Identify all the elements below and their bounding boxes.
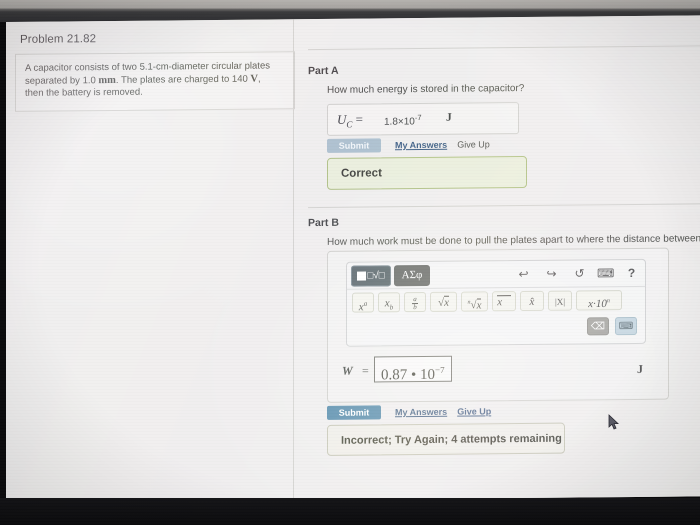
part-b-heading: Part B [308,216,339,230]
math-button-square-root[interactable]: √x [430,291,457,312]
onscreen-keyboard-icon[interactable]: ⌨ [615,316,637,336]
part-a-give-up-link[interactable]: Give Up [457,137,490,151]
math-palette-edit-row: ⌫ ⌨ [347,313,645,347]
part-b-my-answers-link[interactable]: My Answers [395,405,447,420]
part-a-button-row: Submit My Answers Give Up [327,137,490,154]
part-a-question: How much energy is stored in the capacit… [327,83,525,96]
problem-statement-line-1: A capacitor consists of two 5.1-cm-diame… [25,60,270,74]
part-a-answer-box: UC = 1.8×10-7 J [327,102,519,136]
part-a-answer-label: UC = [337,111,363,130]
part-b-answer-unit: J [637,361,643,376]
radical-icon: □√□ [367,270,385,282]
greek-symbols-tab[interactable]: ΑΣφ [394,264,430,287]
keyboard-icon[interactable]: ⌨ [597,265,614,282]
part-b-answer-line: W = 0.87 • 10−7 J [342,354,654,385]
answer-pane: Part A How much energy is stored in the … [294,15,700,503]
redo-icon[interactable]: ↪ [543,266,560,283]
math-button-absolute-value[interactable]: |X| [548,290,572,311]
math-palette-toolbar: □√□ ΑΣφ ↩ ↪ ↺ ⌨ ? [347,259,645,290]
part-b-answer-input[interactable]: 0.87 • 10−7 [374,355,452,383]
part-a-submit-button[interactable]: Submit [327,138,381,153]
problem-statement-line-2a: separated by 1.0 [25,74,99,87]
part-a-heading: Part A [308,64,339,78]
math-button-superscript[interactable]: xa [352,292,374,313]
math-template-tab[interactable]: □√□ [351,265,391,287]
problem-statement-line-2c: . The plates are charged to 140 [115,73,251,86]
math-button-scientific-notation[interactable]: x·10n [576,290,622,311]
screen-area: Problem 21.82 A capacitor consists of tw… [6,15,700,504]
problem-statement-box: A capacitor consists of two 5.1-cm-diame… [15,51,295,112]
problem-unit-mm: mm [98,74,116,86]
part-a-answer-value: 1.8×10-7 [384,113,422,128]
part-a-feedback-correct: Correct [327,155,527,190]
part-a-answer-unit: J [446,111,452,124]
part-b-question: How much work must be done to pull the p… [327,233,700,248]
part-b-give-up-link[interactable]: Give Up [457,404,491,418]
backspace-icon[interactable]: ⌫ [587,317,609,336]
math-button-subscript[interactable]: xb [378,292,400,313]
monitor-bezel-bottom [0,498,700,525]
reset-icon[interactable]: ↺ [571,265,588,282]
math-button-vector[interactable]: x⃗ [492,291,516,312]
part-b-button-row: Submit My Answers Give Up [327,404,491,421]
problem-unit-volts: V [250,73,259,85]
part-b-answer-symbol: W [342,363,353,378]
part-b-submit-button[interactable]: Submit [327,405,381,420]
rule-above-part-a [308,45,700,51]
part-b-feedback-incorrect: Incorrect; Try Again; 4 attempts remaini… [327,422,565,456]
math-button-fraction[interactable]: ab [404,291,426,313]
problem-statement-line-2e: , [258,73,261,85]
mouse-cursor [608,414,620,431]
undo-icon[interactable]: ↩ [515,266,532,283]
math-palette-buttons-row: xa xb ab √x n√x x⃗ x̂ |X| x·10n [347,287,645,316]
math-button-unit-vector[interactable]: x̂ [520,290,544,312]
problem-pane: Problem 21.82 A capacitor consists of tw… [6,19,295,503]
rule-above-part-b [308,203,700,209]
math-palette: □√□ ΑΣφ ↩ ↪ ↺ ⌨ ? xa xb ab √x n√x x⃗ x̂ … [346,258,646,347]
part-b-answer-equals: = [362,363,369,378]
page-title: Problem 21.82 [20,33,97,46]
photo-of-screen: Problem 21.82 A capacitor consists of tw… [0,0,700,525]
help-icon[interactable]: ? [623,265,640,282]
part-b-answer-widget: □√□ ΑΣφ ↩ ↪ ↺ ⌨ ? xa xb ab √x n√x x⃗ x̂ … [327,247,669,403]
math-button-nth-root[interactable]: n√x [461,291,488,312]
problem-statement-line-3: then the battery is removed. [25,86,143,99]
part-a-my-answers-link[interactable]: My Answers [395,138,447,153]
